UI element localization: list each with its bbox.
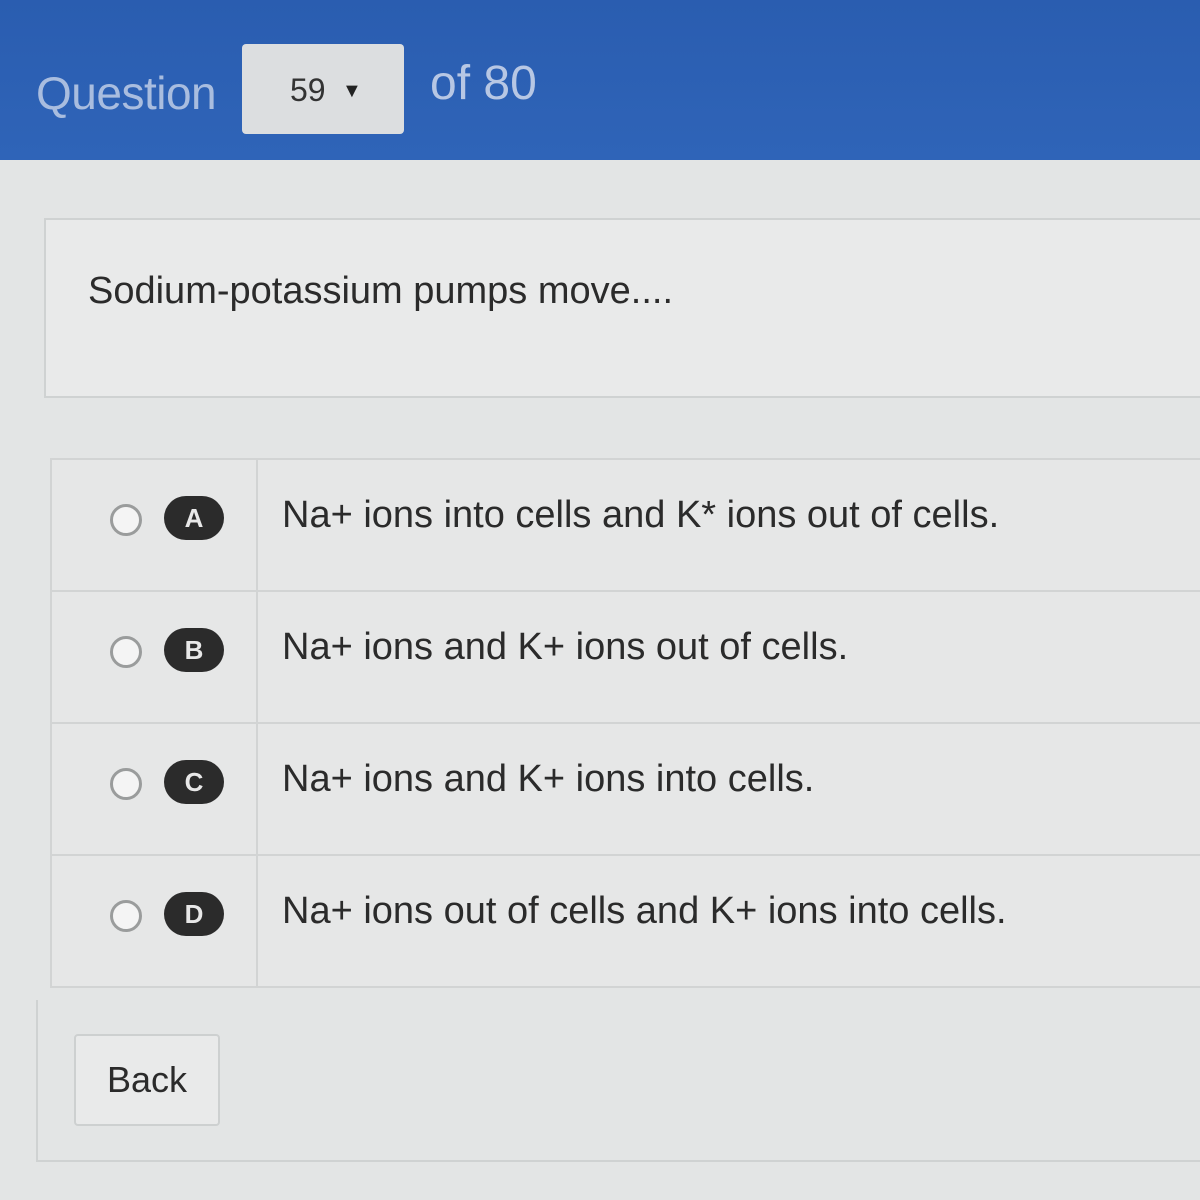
back-button[interactable]: Back: [74, 1034, 220, 1126]
option-a-selector-cell: A: [52, 460, 258, 590]
option-b[interactable]: B Na+ ions and K+ ions out of cells.: [52, 592, 1200, 724]
option-letter-badge: B: [164, 628, 224, 672]
question-prompt: Sodium-potassium pumps move....: [88, 270, 674, 312]
option-letter-badge: D: [164, 892, 224, 936]
radio-button[interactable]: [110, 636, 142, 668]
option-b-selector-cell: B: [52, 592, 258, 722]
option-d-text: Na+ ions out of cells and K+ ions into c…: [282, 890, 1007, 932]
option-letter-badge: A: [164, 496, 224, 540]
option-c-selector-cell: C: [52, 724, 258, 854]
option-d[interactable]: D Na+ ions out of cells and K+ ions into…: [52, 856, 1200, 988]
question-label: Question: [36, 67, 217, 119]
radio-button[interactable]: [110, 768, 142, 800]
question-total: of 80: [430, 57, 537, 110]
option-c-text: Na+ ions and K+ ions into cells.: [282, 758, 815, 800]
option-c[interactable]: C Na+ ions and K+ ions into cells.: [52, 724, 1200, 856]
option-d-selector-cell: D: [52, 856, 258, 988]
radio-button[interactable]: [110, 900, 142, 932]
option-b-text: Na+ ions and K+ ions out of cells.: [282, 626, 849, 668]
question-number-value: 59: [290, 72, 326, 108]
answer-options: A Na+ ions into cells and K* ions out of…: [50, 458, 1200, 988]
question-header: Question 59 ▼ of 80: [0, 0, 1200, 160]
question-number-dropdown[interactable]: 59 ▼: [242, 44, 404, 134]
caret-down-icon: ▼: [342, 80, 362, 102]
option-letter-badge: C: [164, 760, 224, 804]
radio-button[interactable]: [110, 504, 142, 536]
question-prompt-panel: Sodium-potassium pumps move....: [44, 218, 1200, 398]
option-a-text: Na+ ions into cells and K* ions out of c…: [282, 494, 1000, 536]
option-a[interactable]: A Na+ ions into cells and K* ions out of…: [52, 460, 1200, 592]
